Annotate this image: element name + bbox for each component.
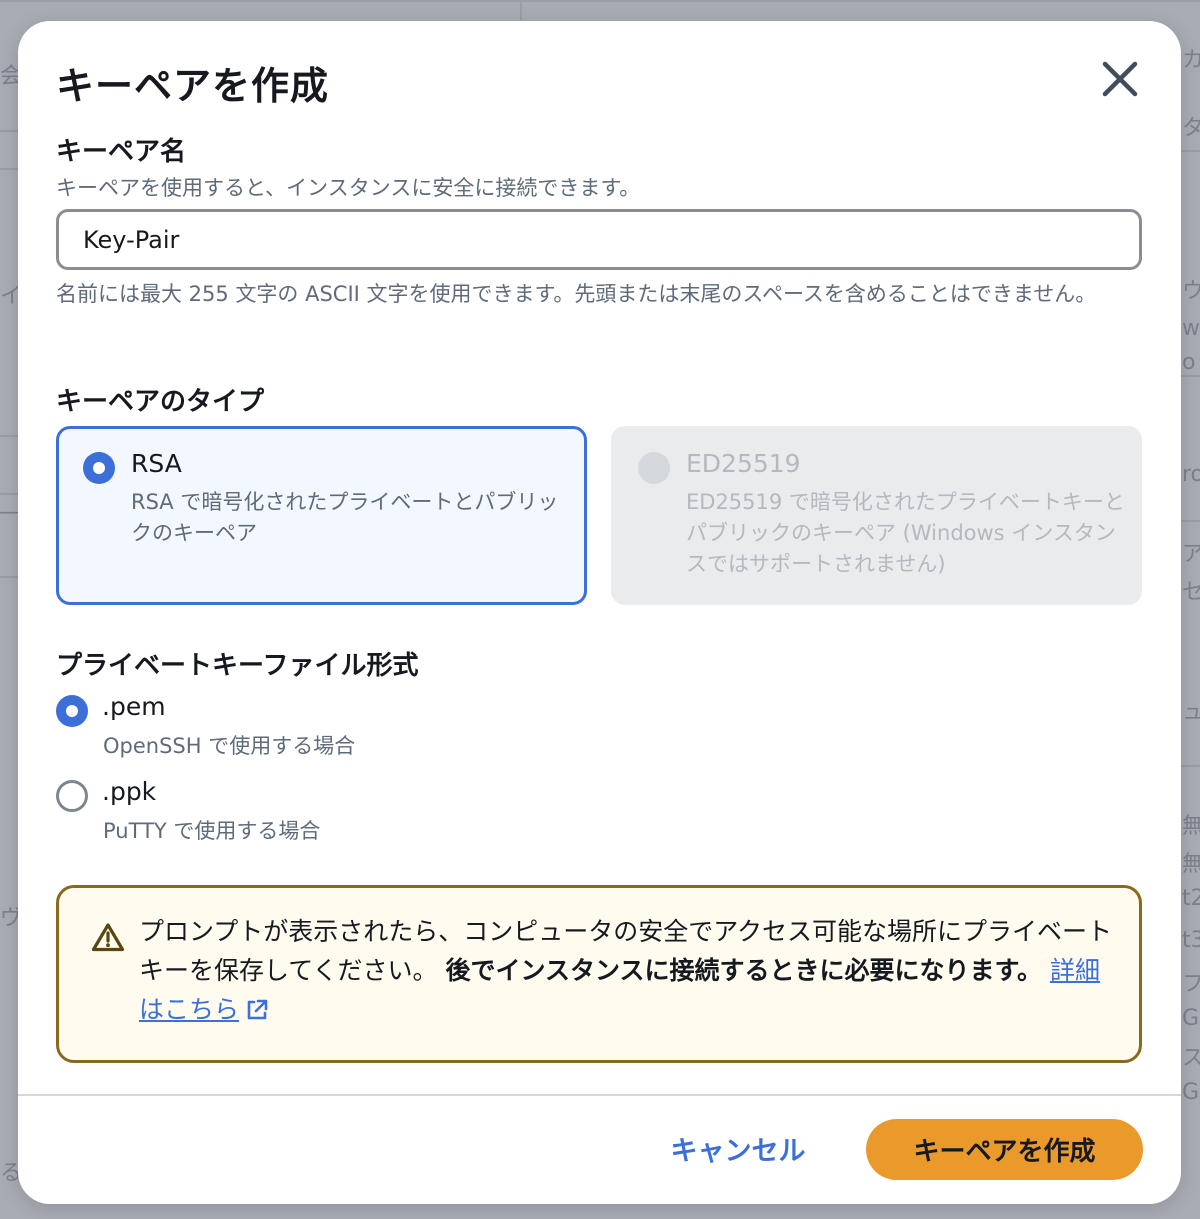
- create-key-pair-button[interactable]: キーペアを作成: [866, 1119, 1143, 1180]
- rsa-description: RSA で暗号化されたプライベートとパブリックのキーペア: [131, 490, 559, 545]
- key-name-constraint: 名前には最大 255 文字の ASCII 文字を使用できます。先頭または末尾のス…: [56, 282, 1097, 306]
- warning-emphasis: 後でインスタンスに接続するときに必要になります。: [445, 956, 1042, 985]
- rsa-title: RSA: [131, 449, 182, 478]
- key-name-input[interactable]: [56, 209, 1142, 270]
- pem-description: OpenSSH で使用する場合: [103, 734, 356, 758]
- warning-message: プロンプトが表示されたら、コンピュータの安全でアクセス可能な場所にプライベートキ…: [139, 912, 1119, 1033]
- ppk-label[interactable]: .ppk: [102, 777, 156, 806]
- ed25519-radio: [638, 452, 670, 484]
- cancel-button[interactable]: キャンセル: [658, 1123, 818, 1173]
- ed25519-title: ED25519: [686, 449, 801, 478]
- key-name-label: キーペア名: [56, 137, 187, 167]
- ed25519-description: ED25519 で暗号化されたプライベートキーとパブリックのキーペア (Wind…: [686, 490, 1125, 576]
- footer-divider: [18, 1094, 1181, 1096]
- create-key-pair-dialog: キーペアを作成 キーペア名 キーペアを使用すると、インスタンスに安全に接続できま…: [18, 21, 1181, 1204]
- close-icon: [1098, 57, 1142, 101]
- close-button[interactable]: [1098, 57, 1142, 101]
- dialog-title: キーペアを作成: [56, 64, 330, 108]
- external-link-icon[interactable]: [245, 994, 269, 1033]
- key-type-option-rsa[interactable]: RSA RSA で暗号化されたプライベートとパブリックのキーペア: [56, 426, 587, 605]
- rsa-radio[interactable]: [83, 452, 115, 484]
- ppk-radio[interactable]: [56, 780, 88, 812]
- key-type-option-ed25519: ED25519 ED25519 で暗号化されたプライベートキーとパブリックのキー…: [611, 426, 1142, 605]
- key-type-label: キーペアのタイプ: [56, 387, 265, 417]
- pem-radio[interactable]: [56, 695, 88, 727]
- key-name-description: キーペアを使用すると、インスタンスに安全に接続できます。: [56, 176, 641, 200]
- warning-icon: [91, 922, 125, 956]
- warning-alert: プロンプトが表示されたら、コンピュータの安全でアクセス可能な場所にプライベートキ…: [56, 885, 1142, 1063]
- ppk-description: PuTTY で使用する場合: [103, 819, 321, 843]
- file-format-label: プライベートキーファイル形式: [56, 651, 419, 681]
- pem-label[interactable]: .pem: [102, 692, 166, 721]
